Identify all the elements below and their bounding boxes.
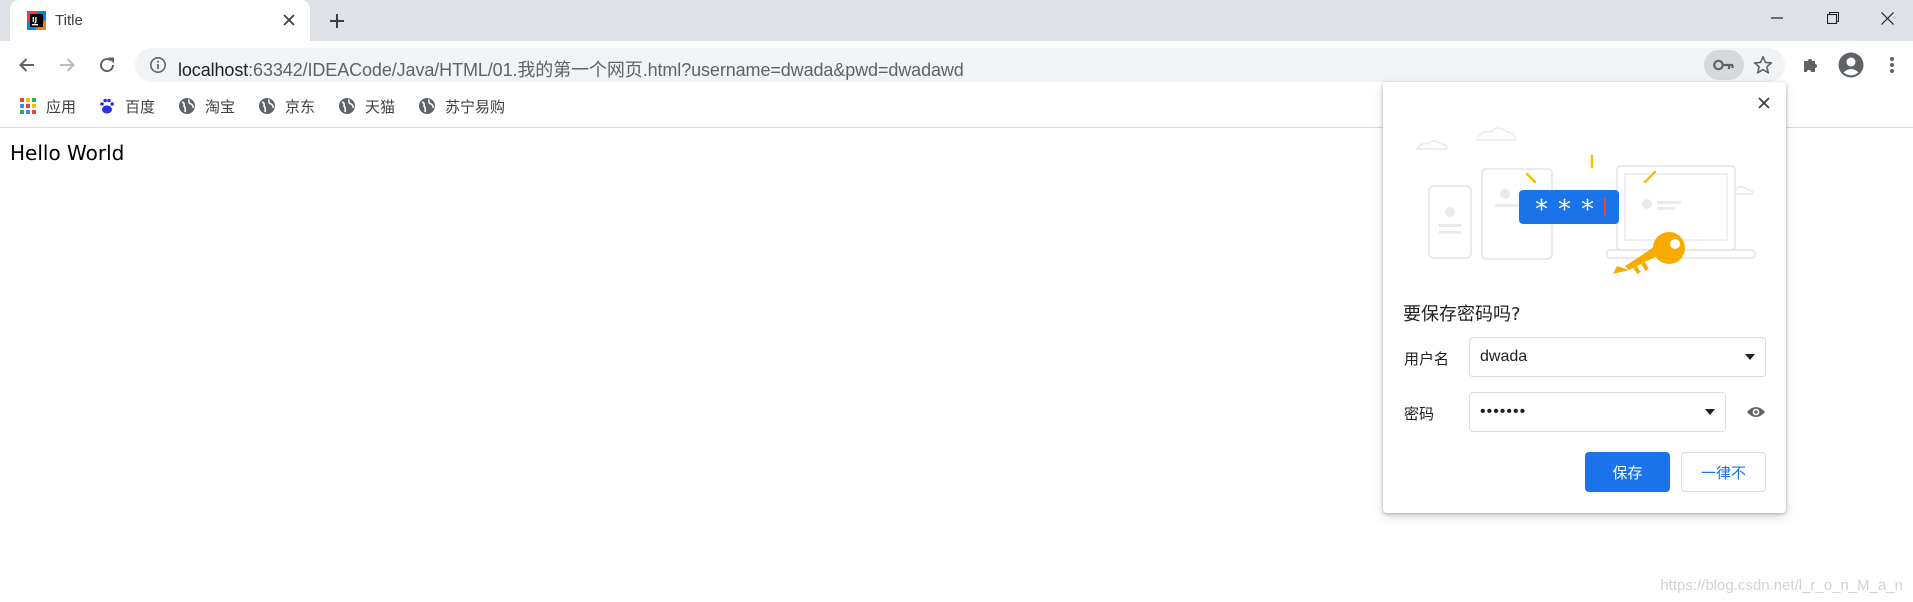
username-select[interactable]: dwada: [1469, 337, 1766, 377]
globe-icon: [258, 97, 276, 115]
username-label: 用户名: [1404, 350, 1450, 368]
bookmark-suning[interactable]: 苏宁易购: [418, 94, 505, 118]
bookmark-label: 苏宁易购: [445, 98, 506, 116]
tab-label: Title: [55, 12, 83, 29]
bookmark-tmall[interactable]: 天猫: [338, 94, 395, 118]
bookmark-label: 百度: [125, 98, 156, 116]
watermark-text: https://blog.csdn.net/l_r_o_n_M_a_n: [1660, 577, 1903, 594]
svg-text:*: *: [1535, 195, 1548, 225]
bookmark-taobao[interactable]: 淘宝: [178, 94, 235, 118]
globe-icon: [418, 97, 436, 115]
tab-title[interactable]: IJ Title: [10, 0, 310, 41]
password-key-icon[interactable]: [1704, 50, 1744, 80]
minimize-icon[interactable]: [1754, 6, 1800, 30]
dropdown-arrow-icon: [1705, 409, 1715, 415]
password-illustration: * * *: [1415, 127, 1756, 275]
new-tab-icon[interactable]: [325, 9, 349, 33]
close-window-icon[interactable]: [1864, 6, 1910, 30]
close-tab-icon[interactable]: [279, 10, 299, 30]
apps-grid-icon: [19, 97, 37, 115]
url-host: localhost: [178, 60, 249, 80]
forward-arrow-icon[interactable]: [53, 51, 81, 79]
back-arrow-icon[interactable]: [13, 51, 41, 79]
url-text[interactable]: localhost:63342/IDEACode/Java/HTML/01.我的…: [178, 56, 964, 82]
save-button[interactable]: 保存: [1585, 452, 1670, 492]
show-password-eye-icon[interactable]: [1744, 400, 1768, 424]
dialog-title: 要保存密码吗?: [1403, 304, 1521, 325]
tab-strip: IJ Title: [0, 0, 1913, 41]
baidu-paw-icon: [98, 97, 116, 115]
browser-toolbar: localhost:63342/IDEACode/Java/HTML/01.我的…: [0, 41, 1913, 88]
globe-icon: [338, 97, 356, 115]
site-info-icon[interactable]: [149, 56, 167, 74]
password-label: 密码: [1404, 405, 1435, 423]
address-bar[interactable]: localhost:63342/IDEACode/Java/HTML/01.我的…: [135, 48, 1785, 82]
menu-kebab-icon[interactable]: [1878, 51, 1906, 79]
page-text: Hello World: [10, 141, 125, 165]
restore-icon[interactable]: [1810, 6, 1856, 30]
username-value: dwada: [1480, 348, 1528, 365]
bookmark-jd[interactable]: 京东: [258, 94, 315, 118]
svg-text:IJ: IJ: [32, 16, 37, 24]
bookmark-label: 天猫: [365, 98, 396, 116]
bookmark-label: 淘宝: [205, 98, 236, 116]
bookmark-baidu[interactable]: 百度: [98, 94, 155, 118]
svg-text:*: *: [1558, 195, 1571, 225]
bookmark-label: 应用: [46, 98, 77, 116]
bookmark-star-icon[interactable]: [1752, 54, 1774, 76]
bookmark-label: 京东: [285, 98, 316, 116]
url-path: :63342/IDEACode/Java/HTML/01.我的第一个网页.htm…: [248, 60, 964, 80]
reload-icon[interactable]: [93, 51, 121, 79]
dropdown-arrow-icon: [1745, 354, 1755, 360]
never-button[interactable]: 一律不: [1681, 452, 1766, 492]
extensions-puzzle-icon[interactable]: [1797, 51, 1825, 79]
svg-text:*: *: [1581, 195, 1594, 225]
save-password-dialog: * * * 要保存密码吗? 用户名 dwada 密码 ••••••• 保存 一律…: [1383, 82, 1786, 513]
password-select[interactable]: •••••••: [1469, 392, 1726, 432]
password-value: •••••••: [1480, 403, 1527, 420]
globe-icon: [178, 97, 196, 115]
bookmark-apps[interactable]: 应用: [19, 94, 76, 118]
intellij-favicon-icon: IJ: [27, 11, 46, 30]
profile-avatar-icon[interactable]: [1837, 51, 1865, 79]
